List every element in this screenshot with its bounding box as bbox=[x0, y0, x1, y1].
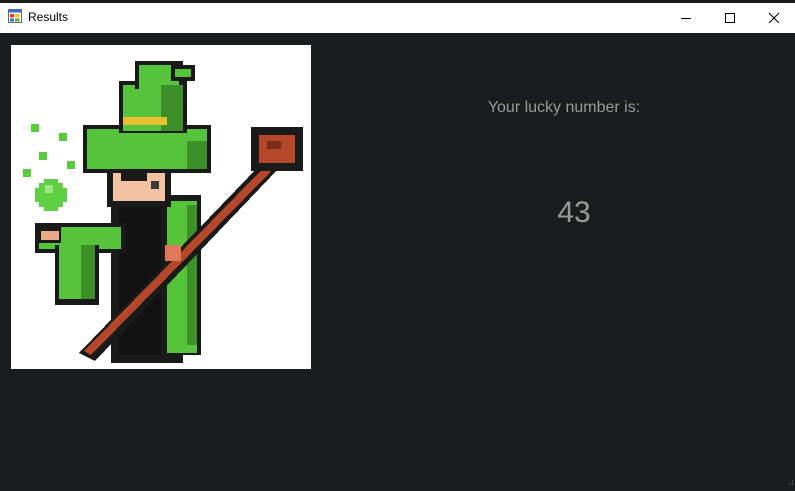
results-window: Results Your lucky number is: 43 bbox=[0, 0, 795, 485]
minimize-icon bbox=[681, 18, 691, 19]
title-bar[interactable]: Results bbox=[0, 0, 795, 33]
minimize-button[interactable] bbox=[664, 3, 708, 33]
close-icon bbox=[768, 12, 780, 24]
app-window-icon[interactable] bbox=[8, 9, 22, 23]
close-button[interactable] bbox=[752, 3, 795, 33]
lucky-number-value: 43 bbox=[557, 196, 591, 229]
client-area: Your lucky number is: 43 bbox=[0, 33, 795, 485]
resize-grip[interactable] bbox=[788, 473, 794, 485]
lucky-number-label: Your lucky number is: bbox=[487, 99, 641, 116]
maximize-icon bbox=[725, 13, 735, 23]
pixel-art-wizard-image bbox=[11, 45, 311, 369]
window-title: Results bbox=[28, 10, 69, 24]
maximize-button[interactable] bbox=[708, 3, 752, 33]
